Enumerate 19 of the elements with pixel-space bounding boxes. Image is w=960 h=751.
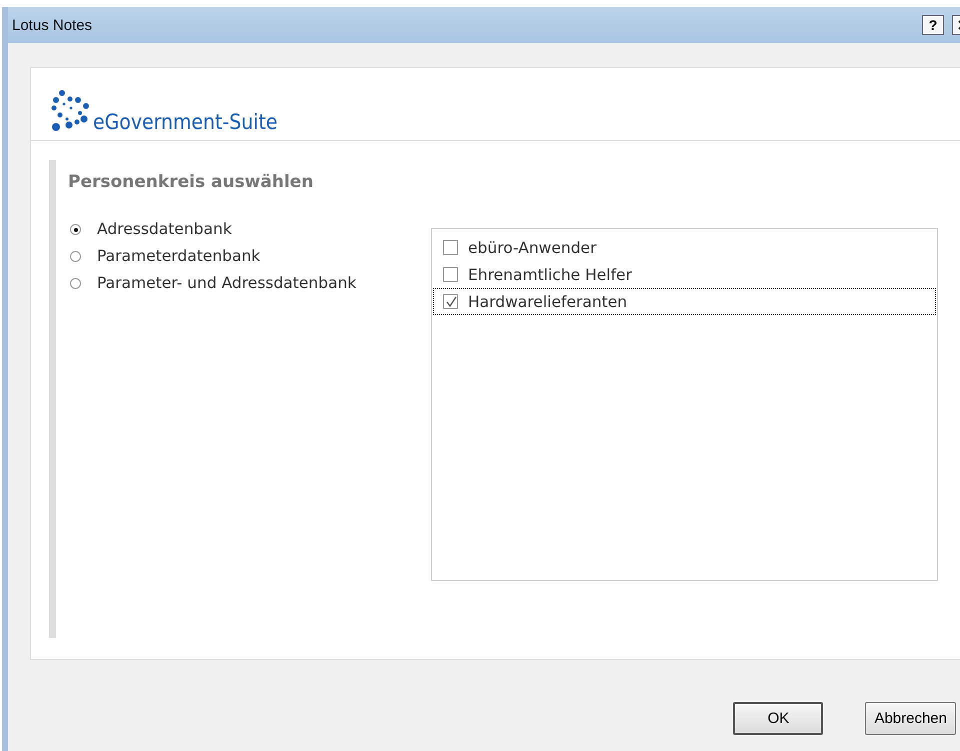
help-button[interactable]: ? (922, 15, 944, 35)
section-heading: Personenkreis auswählen (68, 172, 314, 192)
list-item[interactable]: Hardwarelieferanten (433, 288, 936, 315)
checkbox[interactable] (443, 294, 458, 309)
checkbox[interactable] (443, 267, 458, 282)
list-item[interactable]: ebüro-Anwender (433, 234, 936, 261)
dialog-button[interactable]: Abbrechen (865, 702, 956, 735)
radio-label[interactable]: Adressdatenbank (97, 220, 232, 238)
radio-button[interactable] (70, 250, 81, 262)
product-name: eGovernment-Suite (93, 112, 278, 133)
window-title: Lotus Notes (12, 16, 94, 34)
radio-button[interactable] (70, 224, 81, 234)
list-item[interactable]: Ehrenamtliche Helfer (433, 261, 936, 288)
radio-label[interactable]: Parameter- und Adressdatenbank (97, 274, 356, 292)
radio-label[interactable]: Parameterdatenbank (97, 247, 260, 265)
checkbox[interactable] (443, 240, 458, 255)
dots-logo-icon (50, 89, 90, 133)
dialog-button[interactable]: OK (733, 702, 824, 735)
radio-button[interactable] (70, 278, 81, 288)
